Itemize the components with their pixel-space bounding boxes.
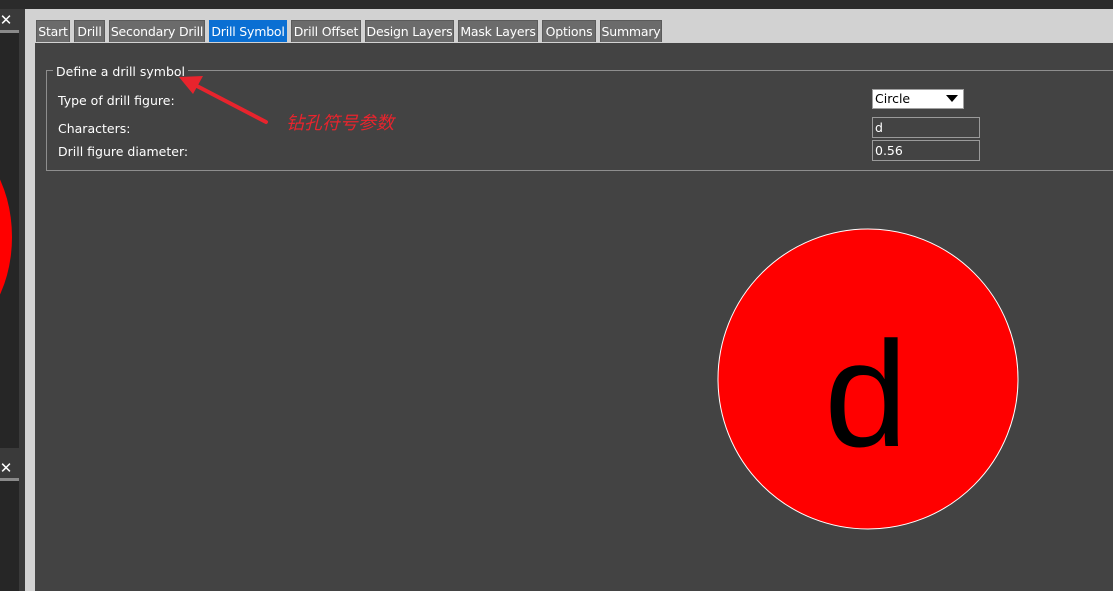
- tab-summary[interactable]: Summary: [600, 20, 662, 42]
- tab-drill-symbol[interactable]: Drill Symbol: [209, 20, 287, 42]
- wizard-tab-bar: Start Drill Secondary Drill Drill Symbol…: [35, 9, 1113, 43]
- drill-symbol-character: d: [824, 310, 907, 478]
- panel-canvas: [0, 481, 19, 591]
- window-top-strip: [0, 0, 1113, 9]
- tab-design-layers[interactable]: Design Layers: [365, 20, 454, 42]
- tab-start[interactable]: Start: [36, 20, 70, 42]
- tab-options[interactable]: Options: [542, 20, 596, 42]
- drill-symbol-preview: d: [717, 228, 1019, 530]
- tab-drill[interactable]: Drill: [74, 20, 105, 42]
- tab-content-drill-symbol: Define a drill symbol Type of drill figu…: [35, 43, 1113, 591]
- tab-drill-offset[interactable]: Drill Offset: [291, 20, 361, 42]
- side-panel: ✕ ✕: [0, 9, 25, 591]
- tab-mask-layers[interactable]: Mask Layers: [458, 20, 538, 42]
- splitter[interactable]: [25, 9, 35, 591]
- close-icon[interactable]: ✕: [0, 13, 13, 28]
- tab-secondary-drill[interactable]: Secondary Drill: [109, 20, 205, 42]
- close-icon[interactable]: ✕: [0, 461, 13, 476]
